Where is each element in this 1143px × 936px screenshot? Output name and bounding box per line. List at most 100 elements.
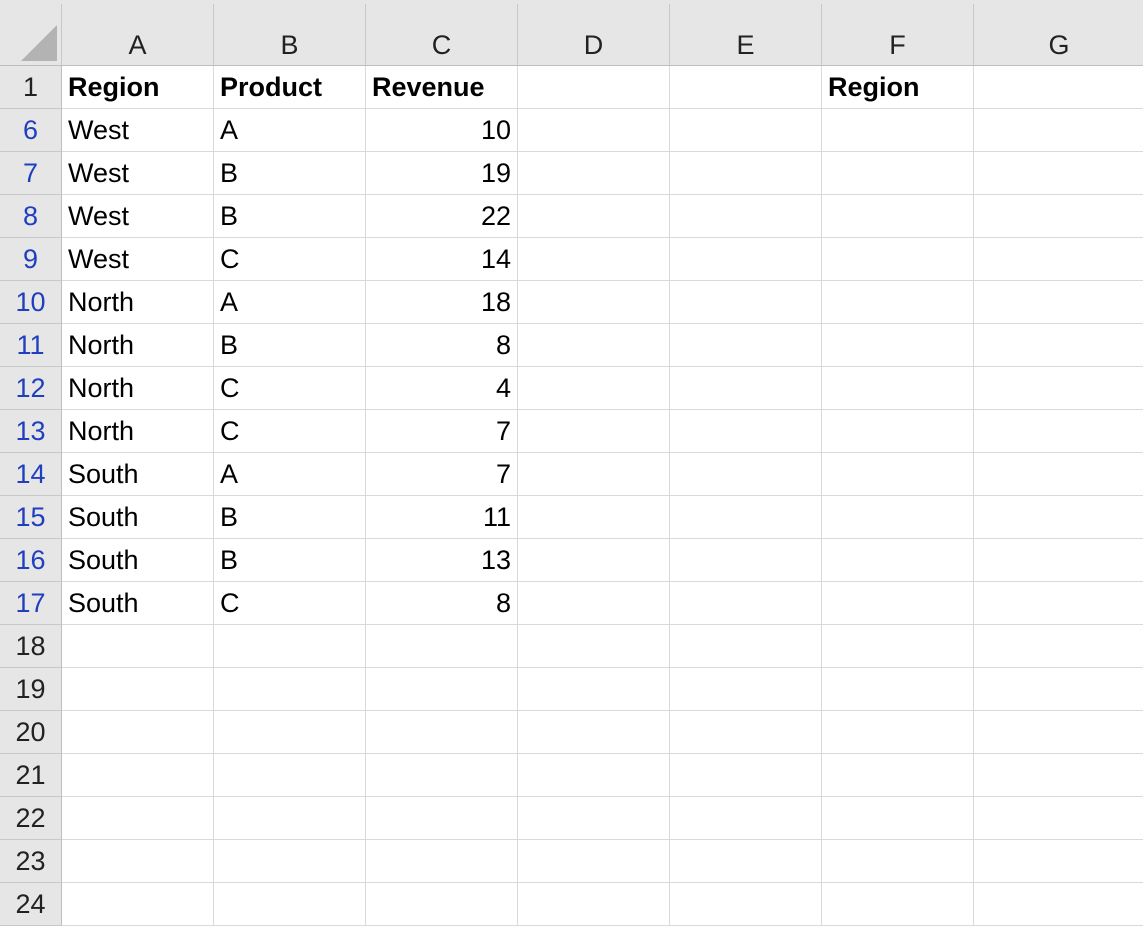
row-header[interactable]: 20	[0, 711, 62, 754]
cell-g13[interactable]	[974, 410, 1143, 453]
cell-a17[interactable]: South	[62, 582, 214, 625]
row-header[interactable]: 17	[0, 582, 62, 625]
cell-b7[interactable]: B	[214, 152, 366, 195]
cell-f16[interactable]	[822, 539, 974, 582]
cell-f24[interactable]	[822, 883, 974, 926]
cell-a7[interactable]: West	[62, 152, 214, 195]
cell-b18[interactable]	[214, 625, 366, 668]
cell-f11[interactable]	[822, 324, 974, 367]
cell-e23[interactable]	[670, 840, 822, 883]
column-header-f[interactable]: F	[822, 4, 974, 66]
column-header-a[interactable]: A	[62, 4, 214, 66]
cell-f13[interactable]	[822, 410, 974, 453]
cell-c24[interactable]	[366, 883, 518, 926]
column-header-c[interactable]: C	[366, 4, 518, 66]
cell-e22[interactable]	[670, 797, 822, 840]
cell-f22[interactable]	[822, 797, 974, 840]
cell-c7[interactable]: 19	[366, 152, 518, 195]
cell-f19[interactable]	[822, 668, 974, 711]
cell-e6[interactable]	[670, 109, 822, 152]
cell-b21[interactable]	[214, 754, 366, 797]
cell-e15[interactable]	[670, 496, 822, 539]
cell-d22[interactable]	[518, 797, 670, 840]
cell-b24[interactable]	[214, 883, 366, 926]
cell-d1[interactable]	[518, 66, 670, 109]
cell-d12[interactable]	[518, 367, 670, 410]
cell-a19[interactable]	[62, 668, 214, 711]
cell-b11[interactable]: B	[214, 324, 366, 367]
row-header[interactable]: 13	[0, 410, 62, 453]
cell-d13[interactable]	[518, 410, 670, 453]
cell-a18[interactable]	[62, 625, 214, 668]
cell-c6[interactable]: 10	[366, 109, 518, 152]
cell-c23[interactable]	[366, 840, 518, 883]
cell-a8[interactable]: West	[62, 195, 214, 238]
row-header[interactable]: 16	[0, 539, 62, 582]
cell-a6[interactable]: West	[62, 109, 214, 152]
cell-a20[interactable]	[62, 711, 214, 754]
cell-d18[interactable]	[518, 625, 670, 668]
cell-g8[interactable]	[974, 195, 1143, 238]
cell-f6[interactable]	[822, 109, 974, 152]
row-header[interactable]: 10	[0, 281, 62, 324]
cell-b16[interactable]: B	[214, 539, 366, 582]
cell-d15[interactable]	[518, 496, 670, 539]
cell-c16[interactable]: 13	[366, 539, 518, 582]
cell-g21[interactable]	[974, 754, 1143, 797]
column-header-b[interactable]: B	[214, 4, 366, 66]
cell-f17[interactable]	[822, 582, 974, 625]
cell-e12[interactable]	[670, 367, 822, 410]
cell-c12[interactable]: 4	[366, 367, 518, 410]
cell-d19[interactable]	[518, 668, 670, 711]
row-header[interactable]: 22	[0, 797, 62, 840]
cell-c13[interactable]: 7	[366, 410, 518, 453]
cell-d6[interactable]	[518, 109, 670, 152]
cell-b17[interactable]: C	[214, 582, 366, 625]
cell-d21[interactable]	[518, 754, 670, 797]
cell-d24[interactable]	[518, 883, 670, 926]
cell-b12[interactable]: C	[214, 367, 366, 410]
cell-a22[interactable]	[62, 797, 214, 840]
cell-c20[interactable]	[366, 711, 518, 754]
cell-c14[interactable]: 7	[366, 453, 518, 496]
cell-e19[interactable]	[670, 668, 822, 711]
cell-a15[interactable]: South	[62, 496, 214, 539]
column-header-g[interactable]: G	[974, 4, 1143, 66]
cell-e17[interactable]	[670, 582, 822, 625]
cell-a16[interactable]: South	[62, 539, 214, 582]
cell-b8[interactable]: B	[214, 195, 366, 238]
cell-e10[interactable]	[670, 281, 822, 324]
cell-g10[interactable]	[974, 281, 1143, 324]
cell-e11[interactable]	[670, 324, 822, 367]
cell-a12[interactable]: North	[62, 367, 214, 410]
cell-f1[interactable]: Region	[822, 66, 974, 109]
cell-d10[interactable]	[518, 281, 670, 324]
cell-g9[interactable]	[974, 238, 1143, 281]
row-header[interactable]: 21	[0, 754, 62, 797]
cell-e1[interactable]	[670, 66, 822, 109]
cell-c9[interactable]: 14	[366, 238, 518, 281]
row-header[interactable]: 14	[0, 453, 62, 496]
cell-f9[interactable]	[822, 238, 974, 281]
cell-g14[interactable]	[974, 453, 1143, 496]
cell-c1[interactable]: Revenue	[366, 66, 518, 109]
cell-d20[interactable]	[518, 711, 670, 754]
cell-e13[interactable]	[670, 410, 822, 453]
cell-f20[interactable]	[822, 711, 974, 754]
cell-a1[interactable]: Region	[62, 66, 214, 109]
cell-g18[interactable]	[974, 625, 1143, 668]
cell-g7[interactable]	[974, 152, 1143, 195]
select-all-button[interactable]	[0, 4, 62, 66]
cell-e16[interactable]	[670, 539, 822, 582]
cell-b15[interactable]: B	[214, 496, 366, 539]
cell-g16[interactable]	[974, 539, 1143, 582]
cell-c10[interactable]: 18	[366, 281, 518, 324]
column-header-e[interactable]: E	[670, 4, 822, 66]
cell-f10[interactable]	[822, 281, 974, 324]
cell-b1[interactable]: Product	[214, 66, 366, 109]
cell-a21[interactable]	[62, 754, 214, 797]
cell-f12[interactable]	[822, 367, 974, 410]
cell-c11[interactable]: 8	[366, 324, 518, 367]
cell-a13[interactable]: North	[62, 410, 214, 453]
cell-a9[interactable]: West	[62, 238, 214, 281]
